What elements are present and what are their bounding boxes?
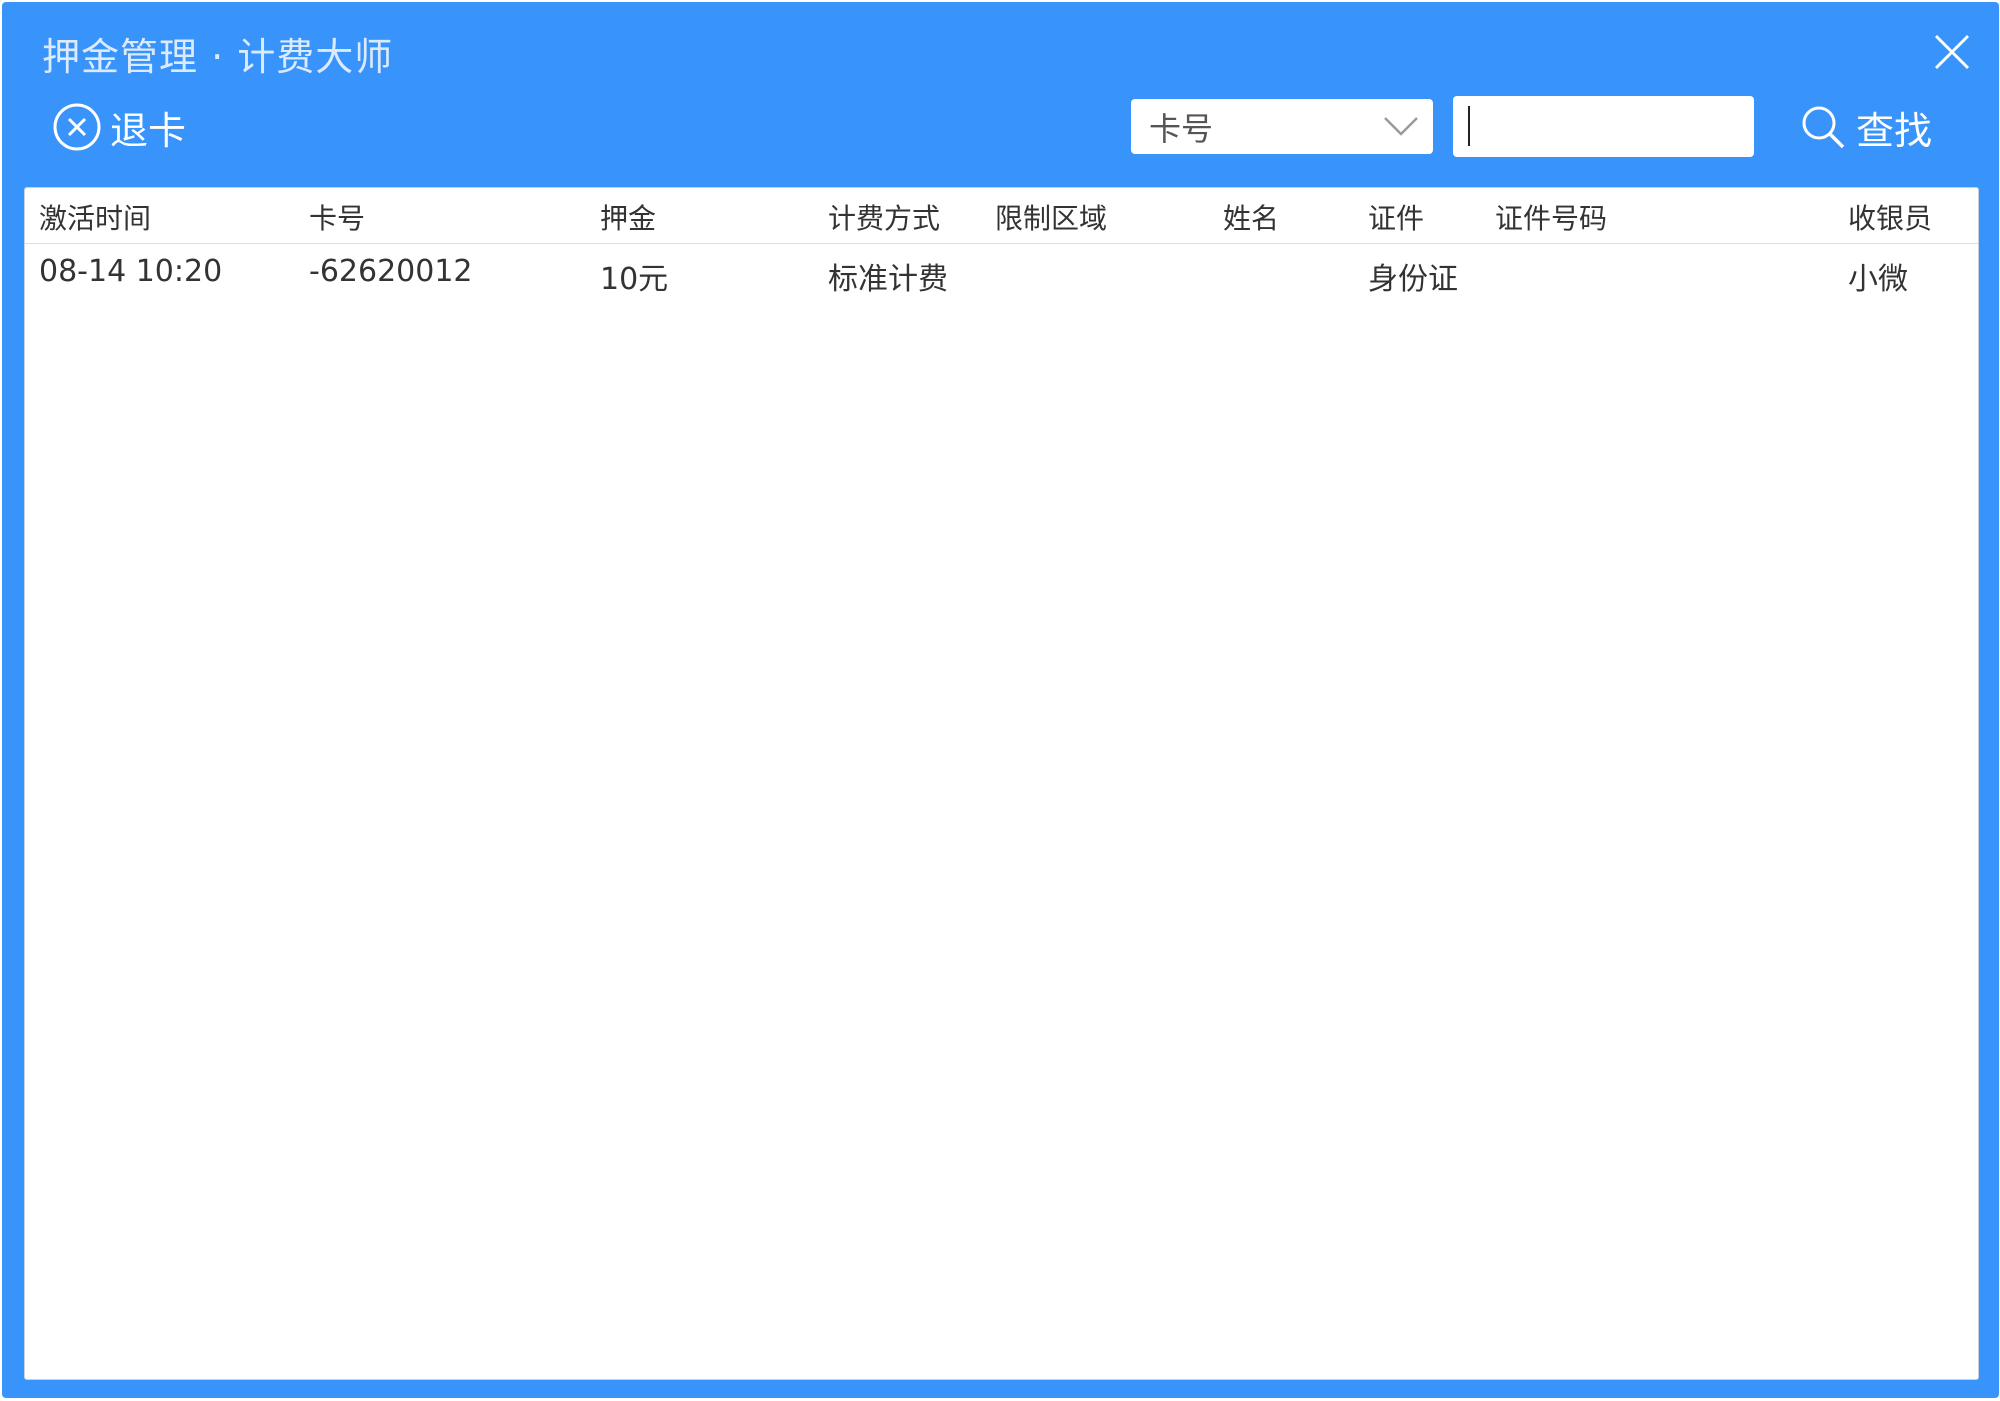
window-title: 押金管理 · 计费大师 (42, 35, 394, 79)
col-cashier[interactable]: 收银员 (1848, 197, 1932, 237)
close-button[interactable] (1930, 30, 1974, 74)
search-input[interactable] (1453, 96, 1754, 157)
find-label: 查找 (1856, 108, 1933, 153)
search-field-value: 卡号 (1149, 109, 1214, 148)
col-restricted-area[interactable]: 限制区域 (995, 197, 1107, 237)
col-card-number[interactable]: 卡号 (309, 197, 365, 237)
refund-card-label: 退卡 (110, 108, 187, 153)
deposit-management-window: 押金管理 · 计费大师 退卡 卡号 查找 激活时间 卡号 押金 计费方式 限制区… (2, 2, 1999, 1398)
search-field-select[interactable]: 卡号 (1131, 99, 1433, 154)
cell-id-type: 身份证 (1368, 262, 1458, 297)
cell-cashier: 小微 (1848, 262, 1908, 297)
circle-x-icon (53, 103, 101, 151)
table-header: 激活时间 卡号 押金 计费方式 限制区域 姓名 证件 证件号码 收银员 (25, 188, 1978, 244)
cell-billing-method: 标准计费 (828, 262, 948, 297)
refund-card-button[interactable]: 退卡 (52, 100, 186, 154)
cell-deposit: 10元 (600, 262, 669, 297)
col-deposit[interactable]: 押金 (600, 197, 656, 237)
deposit-table: 激活时间 卡号 押金 计费方式 限制区域 姓名 证件 证件号码 收银员 08-1… (24, 187, 1979, 1380)
find-button[interactable]: 查找 (1800, 102, 1933, 153)
cell-activation-time: 08-14 10:20 (39, 254, 223, 289)
text-caret (1468, 106, 1470, 146)
col-id-number[interactable]: 证件号码 (1495, 197, 1607, 237)
chevron-down-icon (1384, 117, 1418, 136)
search-icon (1802, 106, 1845, 149)
close-icon (1934, 34, 1970, 70)
col-id-type[interactable]: 证件 (1368, 197, 1424, 237)
col-name[interactable]: 姓名 (1223, 197, 1279, 237)
col-activation-time[interactable]: 激活时间 (39, 197, 151, 237)
col-billing-method[interactable]: 计费方式 (828, 197, 940, 237)
cell-card-number: -62620012 (309, 254, 473, 289)
